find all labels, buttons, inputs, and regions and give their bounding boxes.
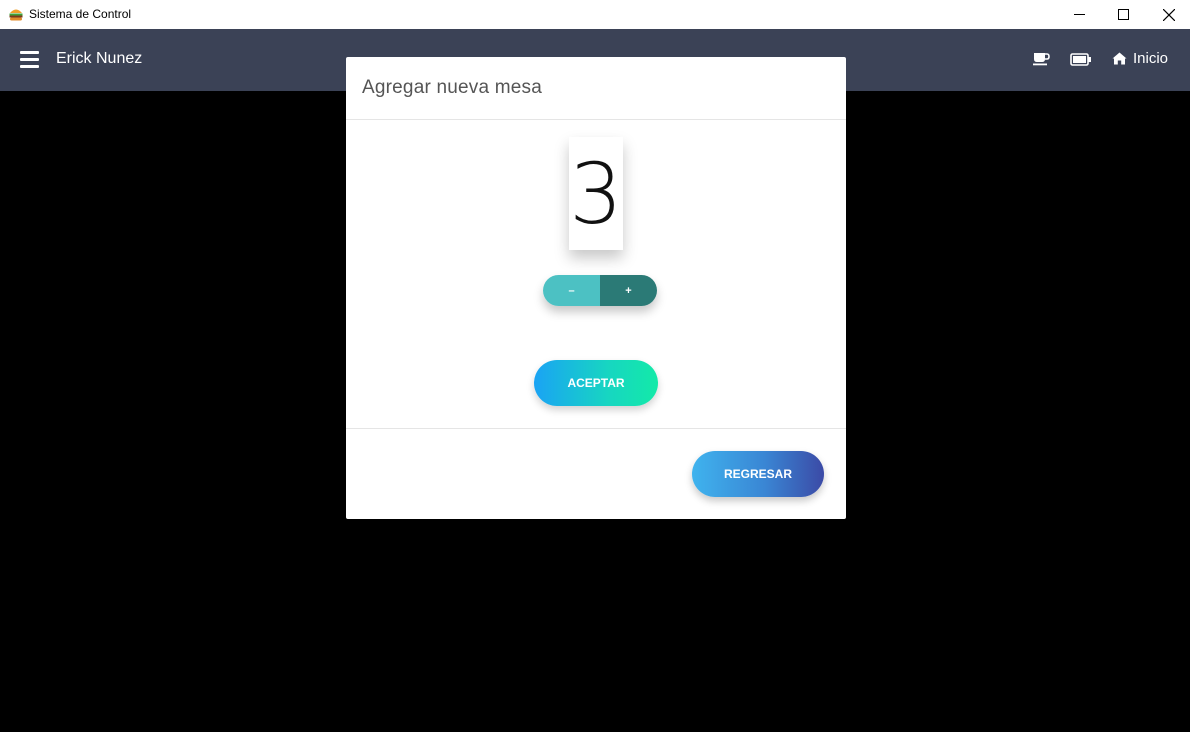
maximize-button[interactable] bbox=[1100, 0, 1146, 29]
close-icon bbox=[1163, 8, 1175, 21]
decrement-button[interactable]: – bbox=[543, 275, 600, 306]
modal-title: Agregar nueva mesa bbox=[362, 77, 542, 98]
increment-button[interactable]: + bbox=[600, 275, 657, 306]
maximize-icon bbox=[1117, 9, 1129, 20]
home-icon bbox=[1112, 52, 1127, 65]
add-table-modal: Agregar nueva mesa 3 – + ACEPTAR REGRESA… bbox=[346, 57, 846, 519]
table-count-display: 3 bbox=[569, 137, 623, 250]
minimize-icon bbox=[1073, 14, 1085, 15]
table-count-value: 3 bbox=[569, 144, 623, 243]
quantity-stepper: – + bbox=[543, 275, 657, 306]
coffee-cup-icon[interactable] bbox=[1032, 51, 1050, 67]
hamburger-menu-icon[interactable] bbox=[20, 51, 39, 68]
window-title: Sistema de Control bbox=[29, 7, 132, 21]
window-titlebar: Sistema de Control bbox=[0, 0, 1194, 29]
minimize-button[interactable] bbox=[1056, 0, 1102, 29]
modal-header: Agregar nueva mesa bbox=[346, 57, 846, 120]
accept-button[interactable]: ACEPTAR bbox=[534, 360, 658, 406]
window-border-right bbox=[1190, 29, 1194, 735]
battery-icon[interactable] bbox=[1070, 53, 1092, 67]
user-name: Erick Nunez bbox=[56, 50, 143, 67]
back-button[interactable]: REGRESAR bbox=[692, 451, 824, 497]
home-link[interactable]: Inicio bbox=[1112, 50, 1168, 67]
modal-footer-divider bbox=[346, 428, 846, 429]
home-label: Inicio bbox=[1133, 50, 1169, 67]
burger-icon bbox=[9, 9, 23, 21]
close-button[interactable] bbox=[1146, 0, 1192, 29]
